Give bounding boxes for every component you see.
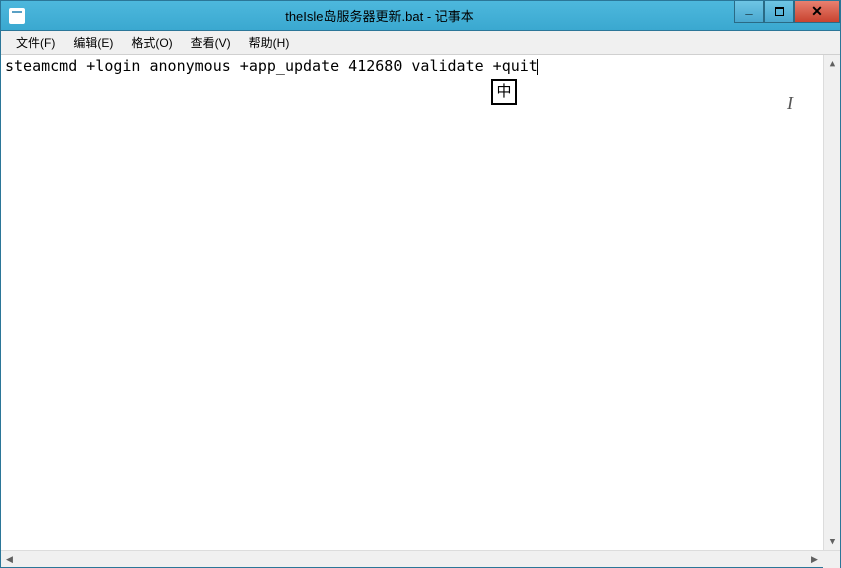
scroll-right-button[interactable]: ▶: [806, 551, 823, 568]
hscroll-track[interactable]: [18, 551, 806, 567]
ibeam-cursor-icon: I: [787, 94, 793, 112]
menu-view[interactable]: 查看(V): [182, 31, 240, 54]
menu-help[interactable]: 帮助(H): [240, 31, 299, 54]
text-caret: [537, 59, 538, 75]
ime-label: 中: [496, 83, 511, 101]
menu-format[interactable]: 格式(O): [122, 31, 181, 54]
app-icon: [9, 8, 25, 24]
notepad-window: theIsle岛服务器更新.bat - 记事本 _ ✕ 文件(F) 编辑(E) …: [0, 0, 841, 568]
maximize-button[interactable]: [764, 1, 794, 23]
window-title: theIsle岛服务器更新.bat - 记事本: [25, 6, 734, 25]
minimize-icon: _: [745, 1, 752, 16]
editor-content: steamcmd +login anonymous +app_update 41…: [5, 57, 538, 75]
close-icon: ✕: [811, 3, 823, 20]
bottom-scroll-row: ◀ ▶: [1, 550, 840, 567]
minimize-button[interactable]: _: [734, 1, 764, 23]
chevron-up-icon: ▲: [830, 55, 835, 73]
horizontal-scrollbar[interactable]: ◀ ▶: [1, 551, 823, 567]
menu-file[interactable]: 文件(F): [7, 31, 64, 54]
chevron-down-icon: ▼: [830, 533, 835, 551]
vertical-scrollbar[interactable]: ▲ ▼: [823, 55, 840, 550]
chevron-left-icon: ◀: [6, 554, 13, 565]
chevron-right-icon: ▶: [811, 554, 818, 565]
scroll-down-button[interactable]: ▼: [824, 533, 840, 550]
scroll-left-button[interactable]: ◀: [1, 551, 18, 568]
maximize-icon: [775, 7, 784, 16]
window-controls: _ ✕: [734, 1, 840, 25]
scroll-corner: [823, 551, 840, 568]
close-button[interactable]: ✕: [794, 1, 840, 23]
scroll-up-button[interactable]: ▲: [824, 55, 840, 72]
menubar: 文件(F) 编辑(E) 格式(O) 查看(V) 帮助(H): [1, 31, 840, 55]
titlebar[interactable]: theIsle岛服务器更新.bat - 记事本 _ ✕: [1, 1, 840, 31]
menu-edit[interactable]: 编辑(E): [64, 31, 122, 54]
text-editor[interactable]: steamcmd +login anonymous +app_update 41…: [1, 55, 840, 550]
ime-indicator[interactable]: 中: [491, 79, 517, 105]
